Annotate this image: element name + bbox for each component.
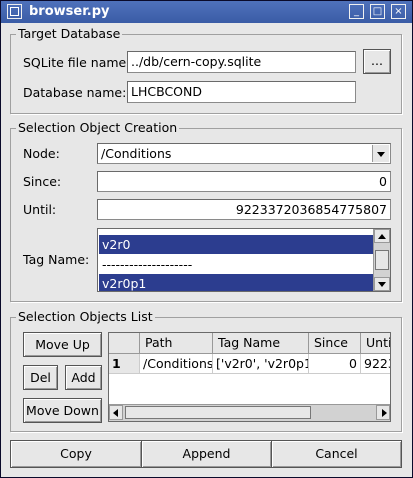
column-header-path[interactable]: Path [140, 333, 213, 354]
copy-button[interactable]: Copy [10, 440, 142, 468]
scroll-left-icon[interactable] [109, 405, 123, 420]
tag-name-label: Tag Name: [23, 252, 90, 267]
cancel-button[interactable]: Cancel [271, 440, 402, 468]
tag-list-scrollbar[interactable] [373, 229, 390, 291]
scroll-thumb[interactable] [125, 406, 311, 419]
scroll-right-icon[interactable] [376, 405, 390, 420]
scroll-down-icon[interactable] [374, 277, 390, 291]
table-cell-path[interactable]: /Conditions [140, 354, 213, 374]
title-bar[interactable]: browser.py _ □ × [1, 1, 412, 23]
selection-objects-table[interactable]: Path Tag Name Since Until 1 /Conditions … [108, 332, 391, 422]
column-header-tag-name[interactable]: Tag Name [213, 333, 309, 354]
sqlite-file-input[interactable]: ../db/cern-copy.sqlite [127, 51, 356, 73]
list-item[interactable]: v2r0p1 [99, 274, 375, 291]
since-label: Since: [23, 174, 62, 189]
move-down-button[interactable]: Move Down [23, 398, 102, 423]
database-name-label: Database name: [23, 85, 127, 100]
close-icon[interactable]: × [391, 4, 406, 19]
node-value: /Conditions [101, 146, 172, 161]
del-button[interactable]: Del [23, 365, 58, 390]
database-name-input[interactable]: LHCBCOND [127, 81, 356, 103]
browse-button[interactable]: ... [363, 49, 391, 74]
table-h-scrollbar[interactable] [109, 404, 390, 421]
tag-name-listbox[interactable]: v2r0 -------------------- v2r0p1 [97, 228, 391, 292]
chevron-down-icon[interactable] [372, 145, 389, 162]
group-title: Selection Objects List [16, 309, 155, 324]
list-item[interactable]: v2r0 [99, 235, 375, 254]
sqlite-file-label: SQLite file name: [23, 55, 131, 70]
table-cell-tag[interactable]: ['v2r0', 'v2r0p1'] [213, 354, 309, 374]
add-button[interactable]: Add [65, 365, 102, 390]
until-input[interactable]: 9223372036854775807 [97, 199, 391, 220]
column-header-since[interactable]: Since [309, 333, 361, 354]
list-item[interactable]: -------------------- [99, 255, 375, 274]
window-menu-icon[interactable] [7, 4, 22, 19]
minimize-icon[interactable]: _ [349, 4, 364, 19]
table-cell-since[interactable]: 0 [309, 354, 361, 374]
browser-window: browser.py _ □ × Target Database SQLite … [0, 0, 413, 478]
window-title: browser.py [29, 4, 110, 19]
column-header-until[interactable]: Until [361, 333, 390, 354]
table-corner [109, 333, 140, 354]
table-cell-until[interactable]: 9223372036854775807 [361, 354, 390, 374]
scroll-up-icon[interactable] [374, 229, 390, 243]
group-title: Target Database [16, 26, 123, 41]
group-title: Selection Object Creation [16, 120, 180, 135]
node-label: Node: [23, 146, 60, 161]
until-label: Until: [23, 202, 57, 217]
append-button[interactable]: Append [141, 440, 272, 468]
scroll-thumb[interactable] [375, 250, 389, 270]
node-combobox[interactable]: /Conditions [97, 143, 391, 164]
row-number[interactable]: 1 [109, 354, 140, 374]
since-input[interactable]: 0 [97, 171, 391, 192]
move-up-button[interactable]: Move Up [23, 332, 102, 357]
maximize-icon[interactable]: □ [370, 4, 385, 19]
